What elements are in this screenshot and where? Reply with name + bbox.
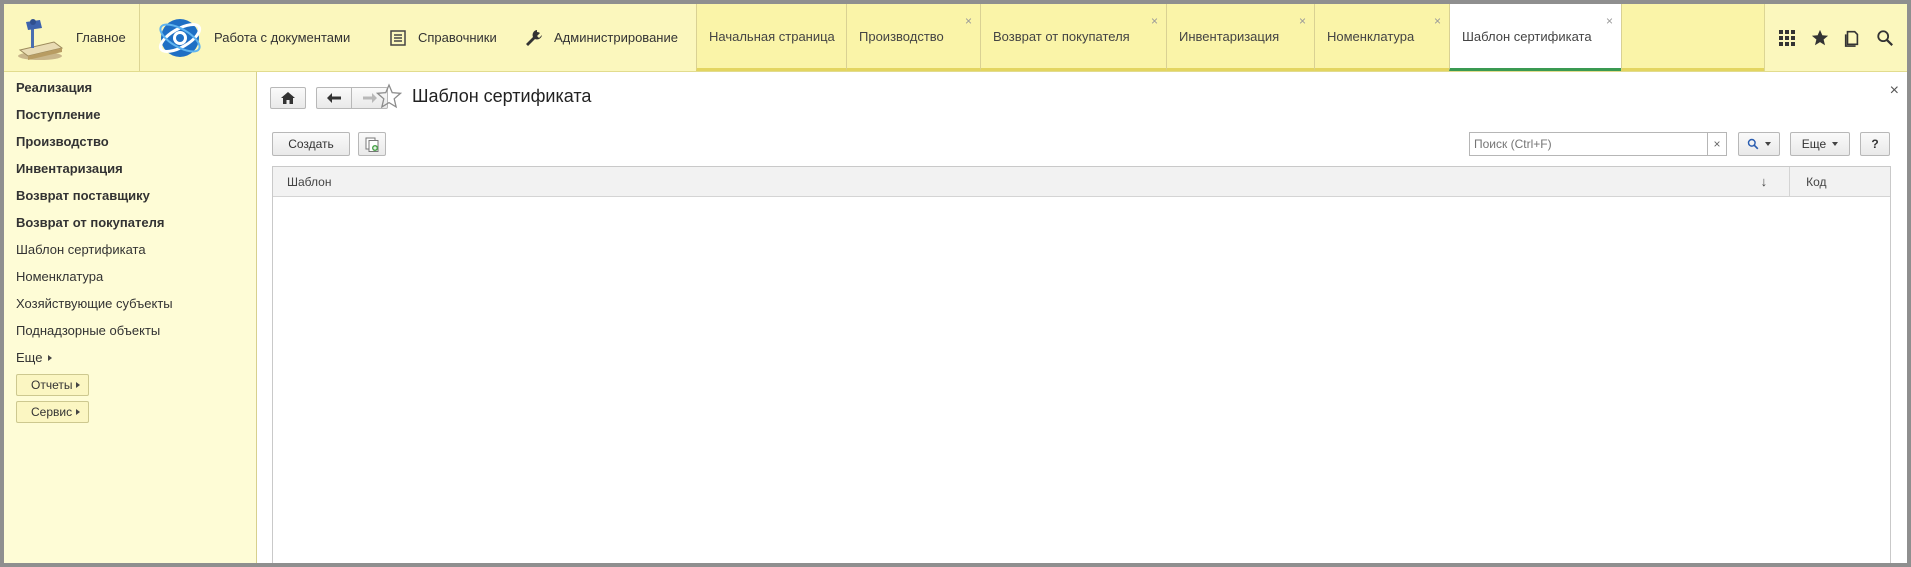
tab-close-icon[interactable]: × (1151, 15, 1158, 27)
section-references-label: Справочники (418, 30, 497, 45)
section-administration[interactable]: Администрирование (510, 4, 696, 71)
topbar-tools (1764, 4, 1907, 71)
sidebar-item-production[interactable]: Производство (16, 134, 109, 149)
tab-nomenclature[interactable]: Номенклатура × (1314, 4, 1449, 71)
tab-production[interactable]: Производство × (846, 4, 980, 71)
arrow-left-icon (327, 93, 341, 103)
favorite-star-icon[interactable] (376, 83, 402, 109)
command-bar: Создать (272, 132, 386, 156)
history-icon[interactable] (1841, 27, 1863, 49)
section-references[interactable]: Справочники (374, 4, 510, 71)
triangle-right-icon (48, 354, 53, 361)
reports-label: Отчеты (31, 378, 73, 392)
tab-label: Возврат от покупателя (993, 28, 1130, 44)
chevron-down-icon (1832, 142, 1839, 146)
home-icon (281, 91, 295, 104)
star-icon[interactable] (1809, 27, 1831, 49)
sidebar-more[interactable]: Еще (16, 350, 53, 365)
app-window: Главное Работа с документами Справочники (4, 4, 1907, 563)
table-header: Шаблон ↓ Код (273, 167, 1890, 197)
section-documents[interactable]: Работа с документами (140, 4, 374, 71)
sidebar-item-sales[interactable]: Реализация (16, 80, 92, 95)
chevron-down-icon (1765, 142, 1771, 146)
tab-label: Номенклатура (1327, 28, 1415, 44)
create-button[interactable]: Создать (272, 132, 350, 156)
close-form-icon[interactable]: × (1890, 82, 1899, 100)
list-icon (390, 29, 406, 46)
service-label: Сервис (31, 405, 73, 419)
tab-empty-space (1621, 4, 1764, 71)
open-tabs: Начальная страница Производство × Возвра… (696, 4, 1764, 71)
copy-button[interactable] (358, 132, 386, 156)
sidebar-item-receipts[interactable]: Поступление (16, 107, 101, 122)
column-header-label: Шаблон (287, 174, 332, 189)
arrow-right-icon (362, 93, 377, 103)
tab-label: Начальная страница (709, 28, 835, 44)
sidebar-more-label: Еще (16, 350, 43, 365)
page-title: Шаблон сертификата (412, 86, 592, 106)
sidebar-item-customer-return[interactable]: Возврат от покупателя (16, 215, 164, 230)
column-header-code[interactable]: Код (1790, 167, 1890, 196)
sidebar-item-inventory[interactable]: Инвентаризация (16, 161, 123, 176)
more-actions-button[interactable]: Еще (1790, 132, 1850, 156)
column-header-template[interactable]: Шаблон ↓ (273, 167, 1791, 196)
search-icon[interactable] (1874, 27, 1896, 49)
tab-inventory[interactable]: Инвентаризация × (1166, 4, 1314, 71)
tab-label: Производство (859, 28, 944, 44)
section-home[interactable]: Главное (4, 4, 140, 71)
navigation-buttons (270, 87, 388, 109)
tab-label: Инвентаризация (1179, 28, 1280, 44)
sidebar-item-certificate-template[interactable]: Шаблон сертификата (16, 242, 146, 257)
tab-start-page[interactable]: Начальная страница (696, 4, 846, 71)
wrench-icon (526, 29, 542, 46)
sidebar-item-supervised-objects[interactable]: Поднадзорные объекты (16, 323, 160, 338)
copy-document-icon (365, 137, 379, 152)
section-documents-label: Работа с документами (214, 30, 351, 45)
sidebar-item-nomenclature[interactable]: Номенклатура (16, 269, 103, 284)
globe-logo-icon (158, 18, 202, 57)
help-button[interactable]: ? (1860, 132, 1890, 156)
service-button[interactable]: Сервис (16, 401, 90, 423)
section-administration-label: Администрирование (554, 30, 678, 45)
sidebar: Реализация Поступление Производство Инве… (4, 72, 257, 563)
home-label: Главное (76, 30, 126, 45)
sort-down-icon: ↓ (1760, 174, 1768, 189)
top-bar: Главное Работа с документами Справочники (4, 4, 1907, 72)
main-content: Шаблон сертификата × Создать × Ещ (258, 72, 1907, 563)
sidebar-item-supplier-return[interactable]: Возврат поставщику (16, 188, 150, 203)
tab-close-icon[interactable]: × (1606, 15, 1613, 27)
search-clear-icon[interactable]: × (1707, 132, 1727, 156)
sidebar-item-business-entities[interactable]: Хозяйствующие субъекты (16, 296, 173, 311)
search-icon (1747, 138, 1759, 150)
triangle-right-icon (76, 382, 81, 388)
back-button[interactable] (316, 87, 352, 109)
tab-certificate-template[interactable]: Шаблон сертификата × (1449, 4, 1621, 71)
tab-customer-return[interactable]: Возврат от покупателя × (980, 4, 1166, 71)
triangle-right-icon (76, 409, 81, 415)
apps-grid-icon[interactable] (1776, 27, 1798, 49)
reports-button[interactable]: Отчеты (16, 374, 90, 396)
search-input[interactable] (1469, 132, 1707, 156)
tab-close-icon[interactable]: × (1434, 15, 1441, 27)
tab-close-icon[interactable]: × (1299, 15, 1306, 27)
search-box: × (1469, 132, 1727, 156)
more-actions-label: Еще (1801, 137, 1827, 151)
home-button[interactable] (270, 87, 306, 109)
tab-label: Шаблон сертификата (1462, 28, 1592, 44)
tab-close-icon[interactable]: × (965, 15, 972, 27)
column-header-label: Код (1806, 174, 1827, 189)
template-list-table[interactable]: Шаблон ↓ Код (272, 166, 1891, 563)
home-desk-icon (18, 19, 64, 60)
search-options-button[interactable] (1738, 132, 1780, 156)
